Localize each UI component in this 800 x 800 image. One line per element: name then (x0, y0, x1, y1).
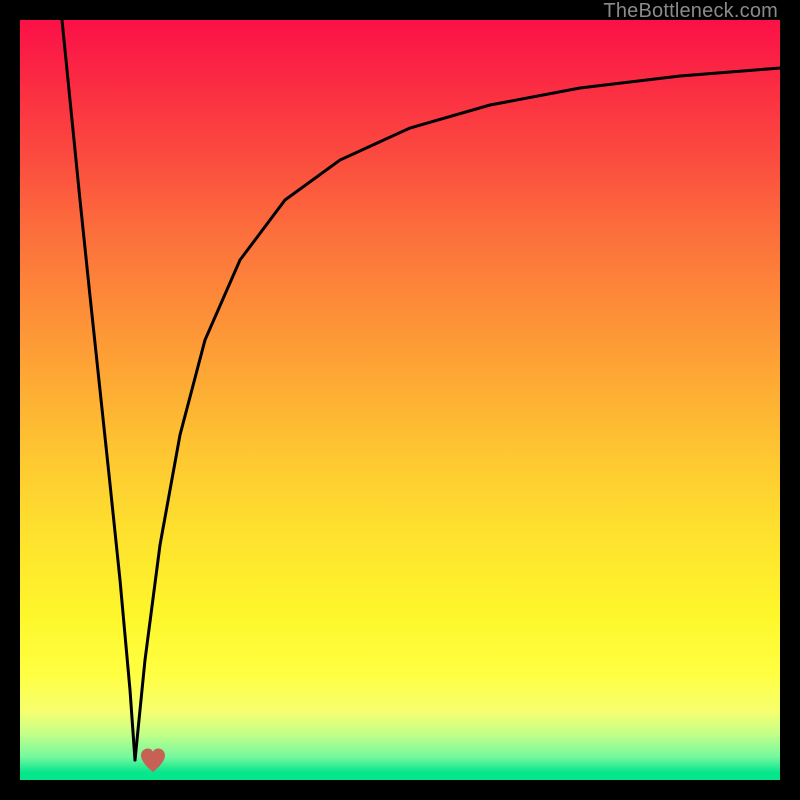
curve-left-branch (62, 20, 135, 760)
heart-shape (141, 749, 165, 773)
curve-layer (20, 20, 780, 780)
plot-area (20, 20, 780, 780)
watermark-text: TheBottleneck.com (603, 0, 778, 23)
heart-marker-icon (139, 747, 167, 773)
curve-right-branch (135, 68, 780, 760)
